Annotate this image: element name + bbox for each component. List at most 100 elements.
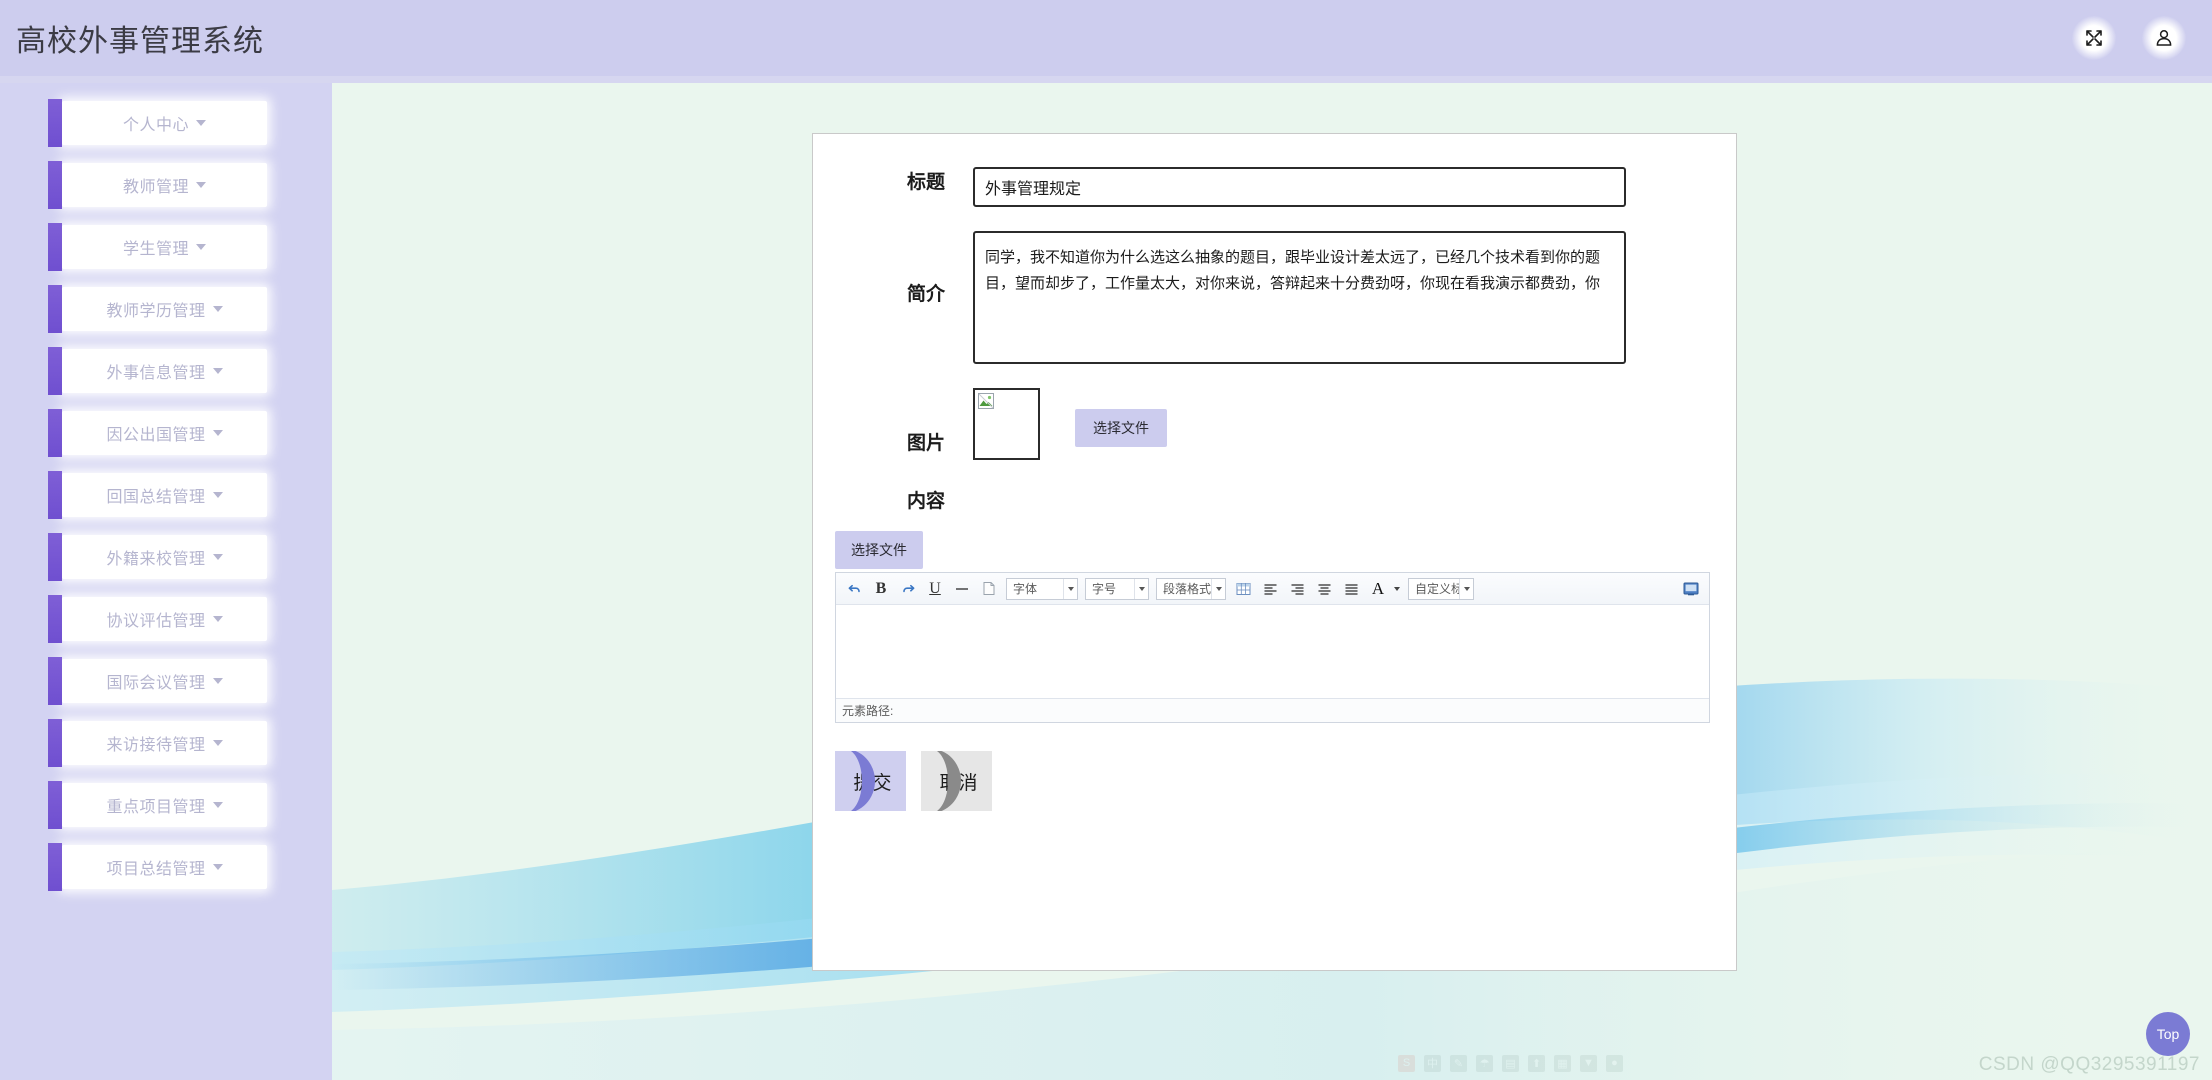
align-right-icon[interactable] xyxy=(1285,577,1309,601)
sidebar-item-1[interactable]: 教师管理 xyxy=(48,161,267,209)
bold-icon[interactable]: B xyxy=(869,577,893,601)
font-size-select[interactable]: 字号 xyxy=(1085,577,1149,600)
ime-item-7[interactable]: ▼ xyxy=(1580,1054,1597,1072)
paste-icon[interactable] xyxy=(977,577,1001,601)
ime-item-2[interactable]: ✎ xyxy=(1450,1054,1467,1072)
cancel-button[interactable]: 取消 xyxy=(921,751,992,811)
ime-item-8[interactable]: ● xyxy=(1606,1054,1623,1072)
sidebar-item-9[interactable]: 国际会议管理 xyxy=(48,657,267,705)
broken-image-icon xyxy=(978,393,994,409)
content-label: 内容 xyxy=(906,491,945,512)
sidebar-item-0[interactable]: 个人中心 xyxy=(48,99,267,147)
sidebar-item-11[interactable]: 重点项目管理 xyxy=(48,781,267,829)
expand-button[interactable] xyxy=(2072,16,2116,60)
intro-label: 简介 xyxy=(906,284,945,305)
sidebar-item-7[interactable]: 外籍来校管理 xyxy=(48,533,267,581)
title-field-row: 标题 xyxy=(813,167,1736,207)
user-icon xyxy=(2154,28,2174,48)
chevron-down-icon xyxy=(1063,578,1077,599)
chevron-down-icon xyxy=(212,554,223,560)
ime-item-5[interactable]: ⬆ xyxy=(1528,1054,1545,1072)
sidebar-item-label: 国际会议管理 xyxy=(106,675,206,692)
ime-item-4[interactable]: ▤ xyxy=(1502,1054,1519,1072)
chevron-down-icon xyxy=(196,182,206,188)
font-family-select[interactable]: 字体 xyxy=(1006,577,1078,600)
sidebar-item-label: 个人中心 xyxy=(122,117,189,134)
editor-choose-file-button[interactable]: 选择文件 xyxy=(835,531,923,569)
paragraph-format-select[interactable]: 段落格式 xyxy=(1156,577,1226,600)
ime-toolbar[interactable]: S 中 ✎ ☂ ▤ ⬆ ▦ ▼ ● xyxy=(1398,1050,1623,1076)
custom-heading-select[interactable]: 自定义标题 xyxy=(1408,577,1474,600)
sidebar-item-label: 外籍来校管理 xyxy=(106,551,206,568)
chevron-down-icon xyxy=(1459,578,1473,599)
header-divider xyxy=(0,76,2212,83)
title-label: 标题 xyxy=(906,172,945,193)
sidebar-item-label: 协议评估管理 xyxy=(106,613,206,630)
sidebar-item-label: 教师学历管理 xyxy=(106,303,206,320)
expand-icon xyxy=(2084,28,2104,48)
sidebar-item-3[interactable]: 教师学历管理 xyxy=(48,285,267,333)
sidebar-item-label: 项目总结管理 xyxy=(106,861,206,878)
font-color-icon[interactable]: A xyxy=(1366,577,1390,601)
chevron-down-icon xyxy=(212,306,223,312)
editor-toolbar: B U 字体 字号 段落格式 A 自定义标 xyxy=(836,573,1709,605)
sidebar-item-label: 来访接待管理 xyxy=(106,737,206,754)
chevron-down-icon xyxy=(196,120,206,126)
sidebar-item-label: 重点项目管理 xyxy=(106,799,206,816)
underline-icon[interactable]: U xyxy=(923,577,947,601)
intro-textarea[interactable] xyxy=(973,231,1626,364)
sidebar: 个人中心教师管理学生管理教师学历管理外事信息管理 因公出国管理回国总结管理 外籍来校… xyxy=(0,83,332,1080)
chevron-down-icon xyxy=(212,802,223,808)
element-path-label: 元素路径: xyxy=(842,704,894,718)
title-input[interactable] xyxy=(973,167,1626,207)
ime-item-6[interactable]: ▦ xyxy=(1554,1054,1571,1072)
image-choose-file-button[interactable]: 选择文件 xyxy=(1075,409,1167,447)
editor-container: B U 字体 字号 段落格式 A 自定义标 元素路径: xyxy=(835,572,1710,723)
undo-icon[interactable] xyxy=(842,577,866,601)
chevron-down-icon xyxy=(212,740,223,746)
chevron-down-icon xyxy=(212,492,223,498)
sidebar-nav-list: 个人中心教师管理学生管理教师学历管理外事信息管理 因公出国管理回国总结管理 外籍来校… xyxy=(0,83,332,891)
redo-icon[interactable] xyxy=(896,577,920,601)
custom-heading-value: 自定义标题 xyxy=(1415,582,1459,596)
chevron-down-icon xyxy=(1134,578,1148,599)
insert-table-icon[interactable] xyxy=(1231,577,1255,601)
horizontal-rule-icon[interactable] xyxy=(950,577,974,601)
content-field-row: 内容 xyxy=(813,486,1736,513)
sidebar-item-4[interactable]: 外事信息管理 xyxy=(48,347,267,395)
intro-field-row: 简介 xyxy=(813,231,1736,364)
image-preview xyxy=(973,388,1040,460)
header-actions xyxy=(2072,16,2186,60)
editor-element-path: 元素路径: xyxy=(836,698,1709,722)
sidebar-item-12[interactable]: 项目总结管理 xyxy=(48,843,267,891)
submit-button[interactable]: 提交 xyxy=(835,751,906,811)
chevron-down-icon xyxy=(212,678,223,684)
sidebar-item-10[interactable]: 来访接待管理 xyxy=(48,719,267,767)
app-header: 高校外事管理系统 xyxy=(0,0,2212,76)
chevron-down-icon xyxy=(212,864,223,870)
font-family-value: 字体 xyxy=(1013,582,1038,596)
form-actions: 提交 取消 xyxy=(835,751,1736,811)
form-card: 标题 简介 图片 选择文件 内容 选择文件 xyxy=(812,133,1737,971)
sidebar-item-label: 回国总结管理 xyxy=(106,489,206,506)
sidebar-item-5[interactable]: 因公出国管理 xyxy=(48,409,267,457)
chevron-down-icon xyxy=(212,430,223,436)
chevron-down-icon xyxy=(212,368,223,374)
ime-item-3[interactable]: ☂ xyxy=(1476,1054,1493,1072)
editor-content-area[interactable] xyxy=(836,605,1709,698)
align-center-icon[interactable] xyxy=(1312,577,1336,601)
font-color-dropdown-icon[interactable] xyxy=(1394,586,1400,591)
back-to-top-button[interactable]: Top xyxy=(2146,1012,2190,1056)
app-title: 高校外事管理系统 xyxy=(16,25,264,58)
ime-item-0[interactable]: S xyxy=(1398,1054,1415,1072)
user-button[interactable] xyxy=(2142,16,2186,60)
align-left-icon[interactable] xyxy=(1258,577,1282,601)
sidebar-item-label: 教师管理 xyxy=(122,179,189,196)
align-justify-icon[interactable] xyxy=(1339,577,1363,601)
sidebar-item-2[interactable]: 学生管理 xyxy=(48,223,267,271)
chevron-down-icon xyxy=(212,616,223,622)
sidebar-item-6[interactable]: 回国总结管理 xyxy=(48,471,267,519)
ime-item-1[interactable]: 中 xyxy=(1424,1054,1441,1072)
sidebar-item-8[interactable]: 协议评估管理 xyxy=(48,595,267,643)
fullscreen-icon[interactable] xyxy=(1679,577,1703,601)
